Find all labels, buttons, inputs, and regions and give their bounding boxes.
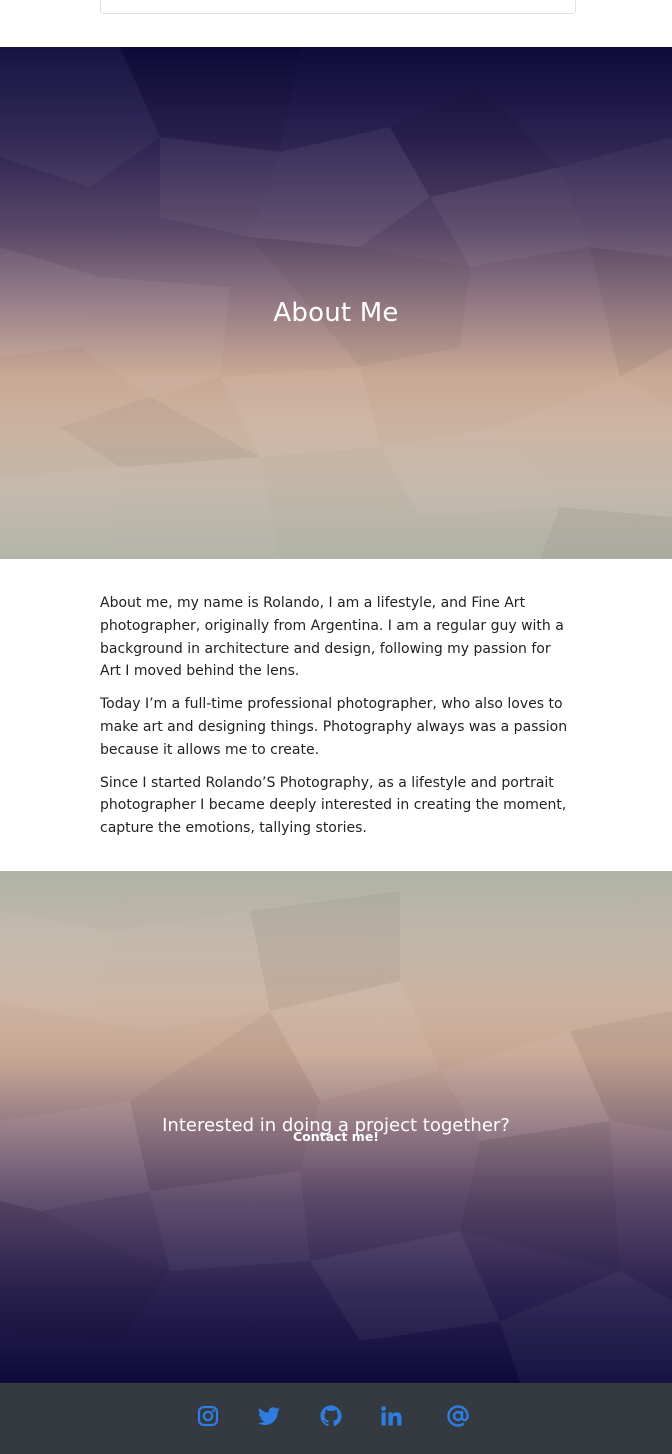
linkedin-icon	[381, 1406, 402, 1426]
page-title: About Me	[273, 298, 399, 329]
email-link[interactable]	[445, 1403, 471, 1429]
cta-section: Interested in doing a project together? …	[0, 871, 672, 1383]
contact-link[interactable]: Contact me!	[0, 1129, 672, 1144]
instagram-icon	[197, 1405, 219, 1427]
github-icon	[320, 1405, 342, 1427]
about-paragraph: About me, my name is Rolando, I am a lif…	[100, 595, 564, 680]
about-content: About me, my name is Rolando, I am a lif…	[100, 592, 572, 850]
at-sign-icon	[447, 1405, 469, 1427]
twitter-link[interactable]	[256, 1403, 282, 1429]
github-link[interactable]	[318, 1403, 344, 1429]
about-paragraph: Since I started Rolando’S Photography, a…	[100, 774, 567, 837]
footer	[0, 1383, 672, 1454]
twitter-icon	[258, 1407, 280, 1425]
linkedin-link[interactable]	[378, 1403, 404, 1429]
about-paragraph: Today I’m a full-time professional photo…	[100, 696, 568, 758]
instagram-link[interactable]	[195, 1403, 221, 1429]
hero-section: About Me	[0, 47, 672, 559]
nav-box	[100, 0, 576, 14]
top-strip	[0, 0, 672, 47]
